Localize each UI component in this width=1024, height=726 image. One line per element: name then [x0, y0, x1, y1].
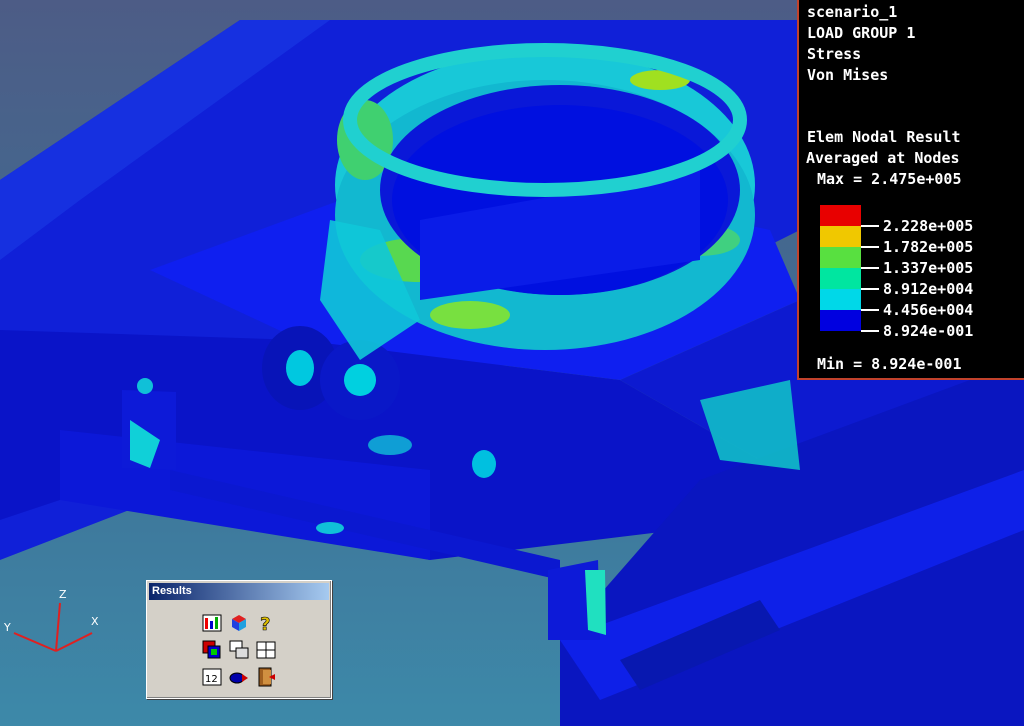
legend-tick	[861, 309, 879, 311]
legend-level: 1.337e+005	[883, 259, 974, 277]
scenario-name: scenario_1	[807, 3, 898, 21]
legend-tick	[861, 267, 879, 269]
table-icon[interactable]	[253, 637, 279, 663]
results-toolbar[interactable]: Results ? 12	[146, 580, 332, 699]
exit-icon[interactable]	[253, 664, 279, 690]
results-tool-grid: ? 12	[199, 610, 281, 692]
legend-tick	[861, 246, 879, 248]
axis-label-y: Y	[4, 621, 11, 634]
averaging-method: Averaged at Nodes	[806, 149, 960, 167]
legend-tick	[861, 225, 879, 227]
numeric-values-icon[interactable]: 12	[199, 664, 225, 690]
results-legend: scenario_1 LOAD GROUP 1 Stress Von Mises…	[797, 0, 1024, 380]
legend-level: 8.924e-001	[883, 322, 974, 340]
legend-swatch	[820, 268, 861, 289]
results-display-icon[interactable]	[199, 610, 225, 636]
legend-swatch	[820, 310, 861, 331]
svg-text:?: ?	[260, 614, 270, 634]
animate-icon[interactable]	[199, 637, 225, 663]
legend-swatch	[820, 226, 861, 247]
result-quantity: Stress	[807, 45, 862, 63]
results-toolbar-title[interactable]: Results	[149, 583, 329, 600]
export-icon[interactable]	[226, 664, 252, 690]
result-type: Elem Nodal Result	[807, 128, 961, 146]
legend-swatch	[820, 289, 861, 310]
legend-swatch	[820, 247, 861, 268]
result-component: Von Mises	[807, 66, 889, 84]
model-cube-icon[interactable]	[226, 610, 252, 636]
max-value: Max = 2.475e+005	[817, 170, 962, 188]
axis-label-x: X	[91, 615, 99, 628]
legend-level: 4.456e+004	[883, 301, 974, 319]
axis-triad: Z Y X	[0, 585, 110, 665]
svg-text:12: 12	[205, 674, 218, 685]
legend-tick	[861, 330, 879, 332]
load-group: LOAD GROUP 1	[807, 24, 916, 42]
axis-label-z: Z	[59, 588, 67, 601]
legend-tick	[861, 288, 879, 290]
min-value: Min = 8.924e-001	[817, 355, 962, 373]
legend-level: 2.228e+005	[883, 217, 974, 235]
legend-level: 1.782e+005	[883, 238, 974, 256]
help-icon[interactable]: ?	[253, 610, 279, 636]
legend-swatch	[820, 205, 861, 226]
copy-view-icon[interactable]	[226, 637, 252, 663]
legend-level: 8.912e+004	[883, 280, 974, 298]
